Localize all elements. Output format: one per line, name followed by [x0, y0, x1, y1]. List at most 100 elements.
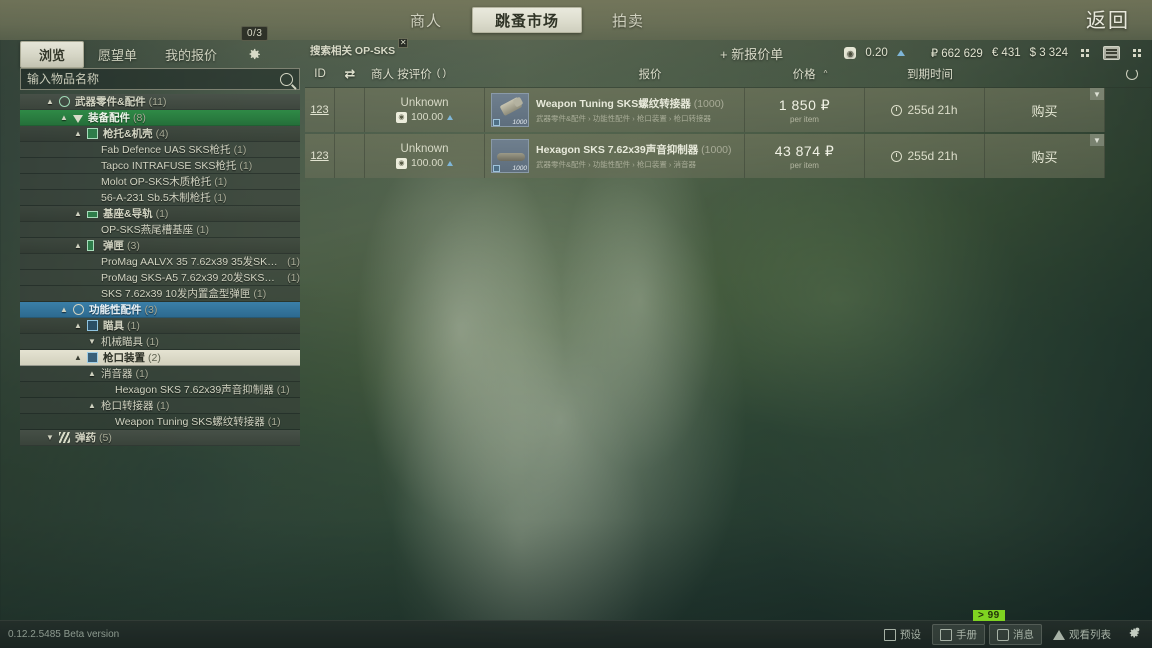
row-id[interactable]: 123 — [305, 134, 335, 178]
chevron-up-icon[interactable]: ▲ — [74, 321, 83, 330]
search-input[interactable] — [27, 72, 280, 86]
search-box[interactable] — [20, 68, 300, 90]
watchlist-icon — [1053, 629, 1065, 640]
chevron-up-icon[interactable]: ▲ — [74, 353, 83, 362]
chevron-up-icon[interactable]: ▲ — [60, 113, 69, 122]
offer-category-path: 武器零件&配件 › 功能性配件 › 枪口装置 › 枪口转接器 — [536, 114, 711, 123]
chevron-up-icon[interactable]: ▲ — [88, 401, 97, 410]
chevron-up-icon[interactable]: ▲ — [74, 129, 83, 138]
tree-node[interactable]: ▲ 枪口装置 (2) — [20, 350, 300, 366]
tree-node[interactable]: ▲ 弹匣 (3) — [20, 238, 300, 254]
tree-node-label: Hexagon SKS 7.62x39声音抑制器 — [115, 384, 274, 396]
tree-node[interactable]: ▲ 功能性配件 (3) — [20, 302, 300, 318]
column-offer[interactable]: 报价 — [550, 66, 750, 82]
message-button[interactable]: 消息 — [989, 624, 1042, 645]
tree-node[interactable]: Hexagon SKS 7.62x39声音抑制器 (1) — [20, 382, 300, 398]
chevron-down-icon[interactable]: ▼ — [1090, 88, 1104, 100]
tree-node[interactable]: ▼ 弹药 (5) — [20, 430, 300, 446]
tree-node-count: (2) — [148, 351, 161, 364]
trader-rating: ◉ 100.00 — [395, 157, 454, 169]
table-row[interactable]: 123 Unknown ◉ 100.00 1000 — [305, 88, 1152, 132]
tree-node[interactable]: ▲ 基座&导轨 (1) — [20, 206, 300, 222]
detail-view-button[interactable] — [1077, 46, 1094, 60]
settings-gear-icon[interactable] — [1122, 625, 1146, 644]
buy-button[interactable]: 购买 ▼ — [985, 88, 1105, 132]
refresh-icon[interactable] — [1126, 68, 1138, 80]
column-trader[interactable]: 商人 按评价 ( ) — [365, 66, 550, 82]
tree-node[interactable]: 56-A-231 Sb.5木制枪托 (1) — [20, 190, 300, 206]
clock-icon — [891, 104, 903, 116]
tree-node[interactable]: Fab Defence UAS SKS枪托 (1) — [20, 142, 300, 158]
tab-flea-market[interactable]: 跳蚤市场 — [472, 7, 583, 33]
tree-node[interactable]: ▲ 枪口转接器 (1) — [20, 398, 300, 414]
tree-node[interactable]: ▲ 瞄具 (1) — [20, 318, 300, 334]
chevron-down-icon[interactable]: ▼ — [46, 433, 55, 442]
game-screen: 商人 跳蚤市场 拍卖 返回 浏览 愿望单 我的报价 0/3 输入物品名称 ▲ 武… — [0, 0, 1152, 648]
swap-icon[interactable]: ⇄ — [335, 66, 365, 82]
preset-button[interactable]: 预设 — [877, 625, 928, 644]
active-search-filter: 搜索相关 OP-SKS ✕ — [310, 38, 409, 60]
back-button[interactable]: 返回 — [1086, 4, 1130, 33]
category-tree[interactable]: ▲ 武器零件&配件 (11) ▲ 装备配件 (8) ▲ 枪托&机壳 (4) Fab Defence… — [20, 94, 300, 534]
tree-node-count: (1) — [196, 223, 210, 236]
table-header: ID ⇄ 商人 按评价 ( ) 报价 价格 ^ 到期时间 — [305, 60, 1152, 88]
chevron-up-icon[interactable]: ▲ — [88, 369, 97, 378]
gear-icon[interactable] — [245, 46, 262, 63]
row-offer[interactable]: 1000 Hexagon SKS 7.62x39声音抑制器 (1000) 武器零… — [485, 134, 745, 178]
rating-up-icon — [447, 160, 454, 166]
chevron-up-icon[interactable]: ▲ — [74, 209, 83, 218]
row-trader[interactable]: Unknown ◉ 100.00 — [365, 88, 485, 132]
row-trader[interactable]: Unknown ◉ 100.00 — [365, 134, 485, 178]
message-icon — [997, 628, 1009, 641]
buy-button[interactable]: 购买 ▼ — [985, 134, 1105, 178]
sight-icon — [87, 320, 98, 331]
tree-node[interactable]: ProMag SKS-A5 7.62x39 20发SKS弹匣 (1) — [20, 270, 300, 286]
tree-node-label: 基座&导轨 — [103, 208, 153, 220]
chevron-up-icon[interactable]: ▲ — [46, 97, 55, 106]
tree-node-count: (1) — [276, 383, 290, 396]
close-icon[interactable]: ✕ — [398, 38, 409, 48]
watchlist-button[interactable]: 观看列表 — [1046, 625, 1118, 644]
tree-node[interactable]: ▲ 消音器 (1) — [20, 366, 300, 382]
table-row[interactable]: 123 Unknown ◉ 100.00 1000 — [305, 134, 1152, 178]
search-icon[interactable] — [280, 72, 293, 86]
sidebar-tab-wishlist[interactable]: 愿望单 — [84, 45, 151, 64]
sidebar-tab-my-offers[interactable]: 我的报价 — [151, 45, 231, 64]
column-id[interactable]: ID — [305, 68, 335, 80]
column-price[interactable]: 价格 ^ — [750, 66, 870, 82]
ammo-icon — [59, 432, 70, 443]
tree-node[interactable]: Molot OP-SKS木质枪托 (1) — [20, 174, 300, 190]
column-expiry[interactable]: 到期时间 — [870, 66, 990, 82]
tab-traders[interactable]: 商人 — [380, 0, 472, 40]
trader-rating: ◉ 100.00 — [395, 111, 454, 123]
trader-rating-icon: ◉ — [844, 47, 857, 59]
chevron-up-icon[interactable]: ▲ — [60, 305, 69, 314]
chevron-down-icon[interactable]: ▼ — [1090, 134, 1104, 146]
tree-node[interactable]: SKS 7.62x39 10发内置盒型弹匣 (1) — [20, 286, 300, 302]
tree-node[interactable]: ▲ 装备配件 (8) — [20, 110, 300, 126]
handbook-button[interactable]: 手册 — [932, 624, 985, 645]
tree-node[interactable]: OP-SKS燕尾槽基座 (1) — [20, 222, 300, 238]
tree-node[interactable]: Tapco INTRAFUSE SKS枪托 (1) — [20, 158, 300, 174]
expiry-value: 255d 21h — [907, 103, 958, 117]
tree-node-count: (1) — [253, 287, 267, 300]
tab-auction[interactable]: 拍卖 — [582, 0, 674, 40]
chevron-down-icon[interactable]: ▼ — [88, 337, 97, 346]
sidebar: 浏览 愿望单 我的报价 0/3 ▲ 武器零件&配件(11) ▲ 装备配件(8) ▲ 枪托&… — [0, 25, 305, 610]
trader-rating-value: 100.00 — [410, 157, 444, 169]
chevron-up-icon[interactable]: ▲ — [74, 241, 83, 250]
tree-node[interactable]: ▼ 机械瞄具 (1) — [20, 334, 300, 350]
muzzle-icon — [87, 352, 98, 363]
row-id[interactable]: 123 — [305, 88, 335, 132]
tree-node[interactable]: ProMag AALVX 35 7.62x39 35发SKS弹匣 (1) — [20, 254, 300, 270]
list-view-button[interactable] — [1103, 46, 1120, 60]
offer-text: Hexagon SKS 7.62x39声音抑制器 (1000) 武器零件&配件 … — [536, 142, 732, 170]
grid-view-button[interactable] — [1129, 46, 1146, 60]
tree-node[interactable]: ▲ 枪托&机壳 (4) — [20, 126, 300, 142]
sidebar-tab-browse[interactable]: 浏览 — [20, 40, 85, 68]
tree-node[interactable]: ▲ 武器零件&配件 (11) — [20, 94, 300, 110]
trader-name: Unknown — [400, 143, 449, 155]
row-offer[interactable]: 1000 Weapon Tuning SKS螺纹转接器 (1000) 武器零件&… — [485, 88, 745, 132]
message-label: 消息 — [1013, 629, 1034, 641]
tree-node[interactable]: Weapon Tuning SKS螺纹转接器 (1) — [20, 414, 300, 430]
